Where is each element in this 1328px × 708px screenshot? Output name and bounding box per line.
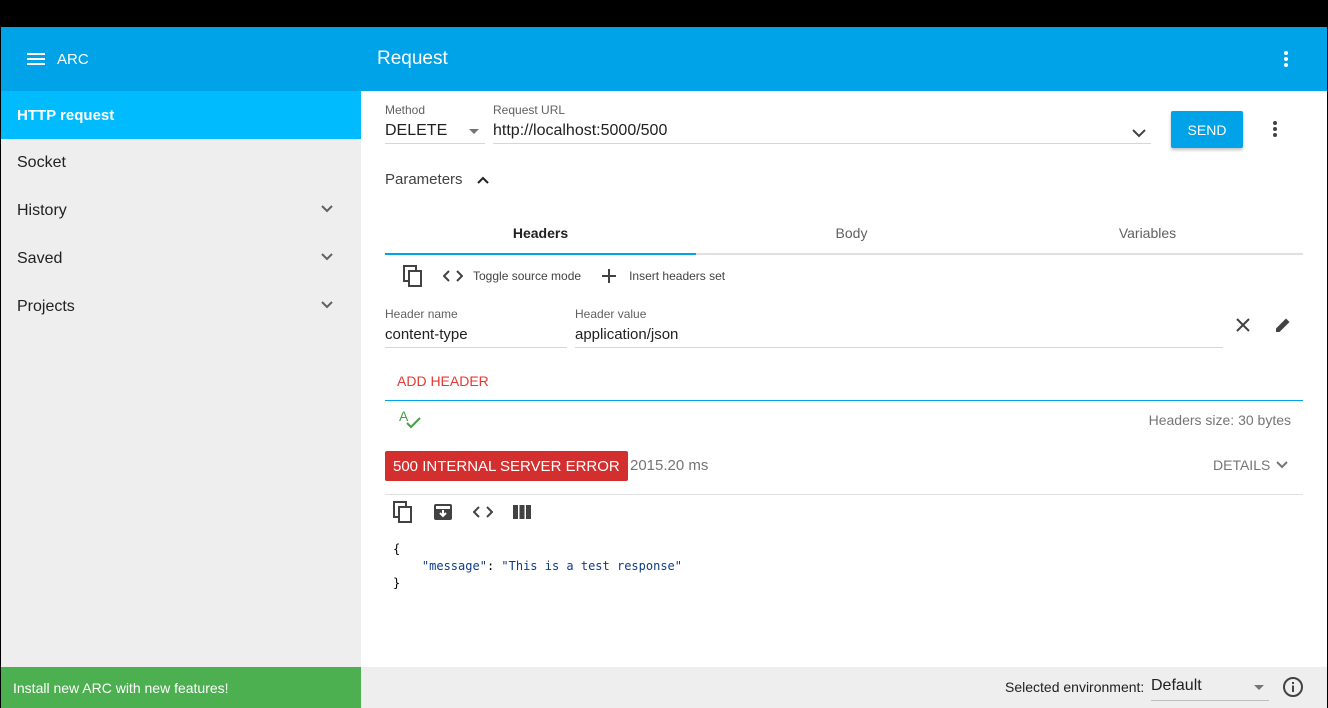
chevron-down-icon <box>1276 461 1289 469</box>
tab-headers[interactable]: Headers <box>385 211 696 255</box>
plus-icon <box>602 269 617 283</box>
header-name-label: Header name <box>385 307 458 321</box>
toggle-source-mode-button[interactable]: Toggle source mode <box>443 269 581 283</box>
add-header-button[interactable]: ADD HEADER <box>397 373 489 389</box>
toggle-source-label: Toggle source mode <box>473 269 582 283</box>
insert-headers-set-button[interactable]: Insert headers set <box>601 268 725 284</box>
tab-label: Variables <box>1118 225 1177 241</box>
json-separator: : <box>486 559 502 573</box>
code-icon <box>443 270 463 282</box>
environment-select[interactable]: Default <box>1151 677 1202 695</box>
header-value-input[interactable]: application/json <box>575 326 678 343</box>
json-key: "message" <box>421 559 487 573</box>
status-footer: Selected environment: Default <box>361 667 1327 708</box>
headers-size: Headers size: 30 bytes <box>1148 412 1291 428</box>
url-input[interactable]: http://localhost:5000/500 <box>493 122 667 140</box>
parameters-tabs: Headers Body Variables <box>385 211 1303 255</box>
chevron-down-icon[interactable] <box>321 205 333 215</box>
sidebar-item-label: Projects <box>17 298 75 315</box>
details-button[interactable]: DETAILS <box>1213 457 1289 473</box>
method-underline <box>385 143 485 144</box>
status-badge: 500 INTERNAL SERVER ERROR <box>385 451 628 481</box>
column-view-icon[interactable] <box>513 504 531 524</box>
header-name-underline <box>385 347 567 348</box>
insert-headers-label: Insert headers set <box>629 269 726 283</box>
json-value: "This is a test response" <box>501 559 683 573</box>
url-history-chevron-icon[interactable] <box>1132 125 1146 143</box>
install-new-arc-banner[interactable]: Install new ARC with new features! <box>1 667 361 708</box>
sidebar: HTTP request Socket History Saved Projec… <box>1 91 361 667</box>
method-dropdown-icon[interactable] <box>469 129 479 134</box>
sidebar-item-socket[interactable]: Socket <box>1 139 361 187</box>
svg-text:A: A <box>399 409 409 424</box>
sidebar-item-history[interactable]: History <box>1 187 361 235</box>
parameters-label: Parameters <box>385 171 463 188</box>
tab-indicator <box>385 253 696 255</box>
environment-underline <box>1151 700 1269 701</box>
main-toolbar: Request <box>361 27 1327 91</box>
tab-body[interactable]: Body <box>696 211 1007 255</box>
response-time: 2015.20 ms <box>630 457 709 474</box>
sidebar-item-label: History <box>17 202 67 219</box>
headers-panel-divider <box>385 400 1303 401</box>
tab-label: Body <box>835 225 868 241</box>
remove-header-icon[interactable] <box>1236 318 1250 337</box>
environment-dropdown-icon[interactable] <box>1254 685 1264 690</box>
sidebar-item-saved[interactable]: Saved <box>1 235 361 283</box>
save-response-icon[interactable] <box>433 503 453 526</box>
response-toolbar <box>393 500 531 528</box>
os-title-bar <box>0 0 1328 27</box>
edit-pencil-icon[interactable] <box>1274 316 1292 339</box>
info-icon[interactable] <box>1282 676 1304 703</box>
drawer-header: ARC <box>1 27 361 91</box>
json-open-brace: { <box>393 542 401 556</box>
details-label: DETAILS <box>1213 457 1271 473</box>
sidebar-item-label: Saved <box>17 250 63 267</box>
chevron-down-icon[interactable] <box>321 253 333 263</box>
chevron-down-icon[interactable] <box>321 301 333 311</box>
response-divider <box>385 494 1303 495</box>
spellcheck-icon[interactable]: A <box>399 408 421 434</box>
sidebar-item-label: Socket <box>17 154 66 171</box>
header-value-label: Header value <box>575 307 647 321</box>
environment-label: Selected environment: <box>1005 679 1145 695</box>
copy-icon[interactable] <box>403 265 423 287</box>
json-close-brace: } <box>393 576 401 590</box>
url-label: Request URL <box>493 103 566 117</box>
page-title: Request <box>377 48 448 69</box>
source-view-icon[interactable] <box>472 505 494 523</box>
tab-label: Headers <box>512 225 569 241</box>
menu-icon[interactable] <box>27 51 49 67</box>
method-select[interactable]: DELETE <box>385 122 447 140</box>
app-title: ARC <box>57 50 89 68</box>
sidebar-item-projects[interactable]: Projects <box>1 283 361 331</box>
request-options-icon[interactable] <box>1272 121 1278 137</box>
send-button[interactable]: SEND <box>1171 111 1243 148</box>
header-value-underline <box>575 347 1223 348</box>
more-options-icon[interactable] <box>1283 51 1289 67</box>
chevron-up-icon <box>476 176 489 184</box>
response-body: { "message": "This is a test response" } <box>393 541 682 592</box>
copy-response-icon[interactable] <box>393 500 413 528</box>
url-underline <box>493 143 1151 144</box>
method-label: Method <box>385 103 426 117</box>
arc-app: ARC Request HTTP request Socket History … <box>1 27 1327 708</box>
sidebar-item-http-request[interactable]: HTTP request <box>1 91 361 139</box>
tab-variables[interactable]: Variables <box>992 211 1303 255</box>
parameters-toggle[interactable]: Parameters <box>385 171 489 188</box>
sidebar-item-label: HTTP request <box>17 106 115 124</box>
request-panel: Method DELETE Request URL http://localho… <box>361 91 1327 667</box>
headers-toolbar: Toggle source mode Insert headers set <box>385 261 725 291</box>
header-name-input[interactable]: content-type <box>385 326 468 343</box>
